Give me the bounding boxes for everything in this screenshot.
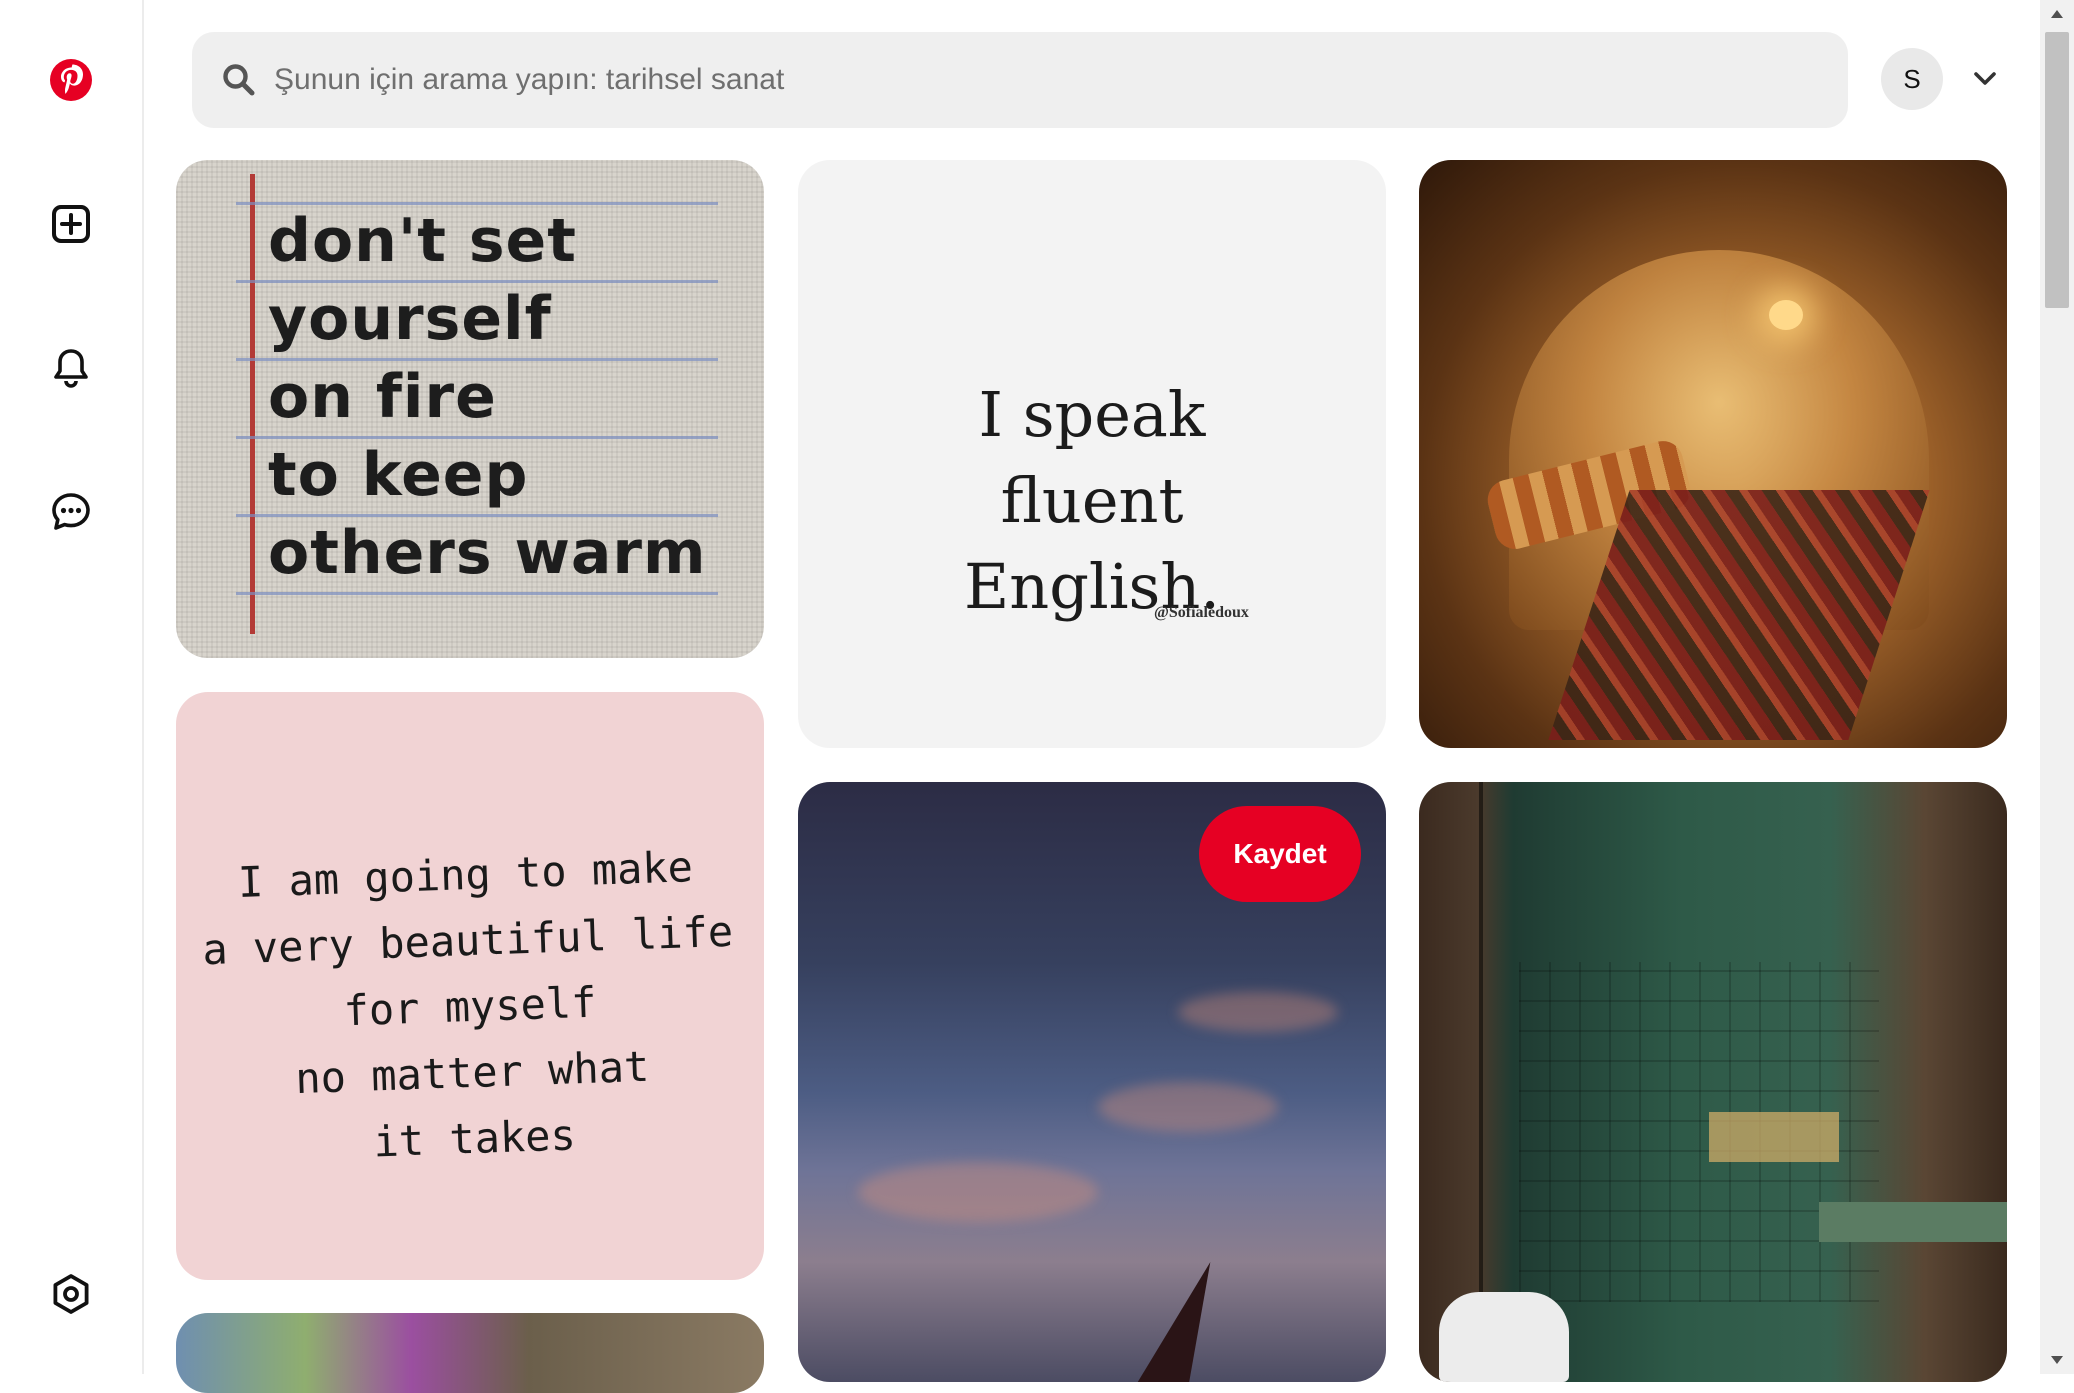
pin-card[interactable]: don't set yourself on fire to keep other… [176, 160, 764, 658]
pin-credit-text: @Sofialedoux [1154, 604, 1249, 621]
notifications-button[interactable] [39, 336, 103, 400]
chat-icon [52, 493, 90, 530]
plus-square-icon [52, 205, 90, 243]
settings-button[interactable] [39, 1262, 103, 1326]
pin-handwritten-text: I am going to make a very beautiful life… [201, 842, 734, 1167]
triangle-down-icon [2051, 1356, 2063, 1364]
ruled-line [236, 592, 718, 595]
search-input[interactable] [272, 62, 1816, 98]
pin-card[interactable] [1419, 782, 2007, 1382]
pinterest-logo[interactable] [39, 48, 103, 112]
triangle-up-icon [2051, 10, 2063, 18]
pin-image-detail [1098, 1082, 1278, 1132]
pin-image-detail [1769, 300, 1803, 330]
pin-card[interactable]: I speak fluent English. @Sofialedoux [798, 160, 1386, 748]
scroll-up-arrow[interactable] [2040, 0, 2074, 28]
search-bar[interactable] [192, 32, 1848, 128]
avatar[interactable]: S [1881, 48, 1943, 110]
pin-card[interactable] [176, 1313, 764, 1393]
pin-image-detail [1439, 1292, 1569, 1382]
create-button[interactable] [39, 192, 103, 256]
left-sidebar [0, 0, 144, 1374]
pin-image-detail [1178, 992, 1338, 1032]
scroll-down-arrow[interactable] [2040, 1346, 2074, 1374]
pin-card[interactable]: I am going to make a very beautiful life… [176, 692, 764, 1280]
pin-embroidery-text: don't set yourself on fire to keep other… [268, 206, 707, 588]
pin-image-detail [1709, 1112, 1839, 1162]
pin-image-decoration [250, 174, 255, 634]
messages-button[interactable] [39, 480, 103, 544]
pinterest-logo-icon [50, 59, 92, 101]
settings-icon [53, 1274, 89, 1314]
bell-icon [54, 349, 88, 388]
scrollbar-thumb[interactable] [2045, 32, 2069, 308]
chevron-down-icon[interactable] [1968, 62, 2002, 96]
pin-card[interactable] [1419, 160, 2007, 748]
pin-quote-text: I speak fluent English. [964, 378, 1220, 623]
scrollbar[interactable] [2040, 0, 2074, 1374]
pin-image-detail [1819, 1202, 2007, 1242]
pin-image-detail [858, 1162, 1098, 1222]
search-icon [223, 64, 255, 96]
save-button[interactable]: Kaydet [1199, 806, 1361, 902]
pin-image-airplane-tail [1125, 1262, 1211, 1382]
